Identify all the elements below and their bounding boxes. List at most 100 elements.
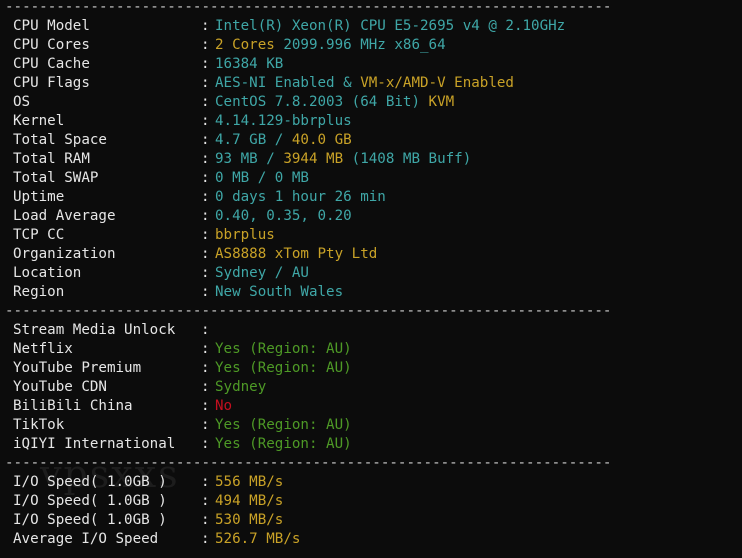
value-segment: 556 MB/s <box>215 474 284 490</box>
info-colon: : <box>201 341 210 357</box>
value-segment: 0 days 1 hour 26 min <box>215 189 386 205</box>
info-row: TCP CC: bbrplus <box>13 226 742 245</box>
value-segment: AS8888 xTom Pty Ltd <box>215 246 378 262</box>
value-segment: (1408 MB Buff) <box>343 151 472 167</box>
info-value: Yes (Region: AU) <box>215 340 352 359</box>
info-row: YouTube CDN: Sydney <box>13 378 742 397</box>
value-segment: No <box>215 398 233 414</box>
value-segment: Intel(R) Xeon(R) CPU E5-2695 v4 @ 2.10GH… <box>215 18 566 34</box>
info-value: Intel(R) Xeon(R) CPU E5-2695 v4 @ 2.10GH… <box>215 17 565 36</box>
value-segment: Yes (Region: AU) <box>215 436 352 452</box>
info-row: Load Average:0.40, 0.35, 0.20 <box>13 207 742 226</box>
info-value: Sydney <box>215 378 266 397</box>
info-key: CPU Cache <box>13 56 90 72</box>
value-segment: 93 MB / <box>215 151 284 167</box>
info-key: Total SWAP <box>13 170 99 186</box>
separator-line: ----------------------------------------… <box>5 454 742 473</box>
info-row: Region: New South Wales <box>13 283 742 302</box>
info-key: Total Space <box>13 132 107 148</box>
info-value: Yes (Region: AU) <box>215 359 352 378</box>
info-value: AES-NI Enabled & VM-x/AMD-V Enabled <box>215 74 514 93</box>
info-key: Average I/O Speed <box>13 531 159 547</box>
info-key: Kernel <box>13 113 65 129</box>
info-colon: : <box>201 113 210 129</box>
info-key: CPU Flags <box>13 75 90 91</box>
info-row: CPU Flags: AES-NI Enabled & VM-x/AMD-V En… <box>13 74 742 93</box>
value-segment: 3944 MB <box>283 151 344 167</box>
info-row: BiliBili China: No <box>13 397 742 416</box>
info-colon: : <box>201 151 210 167</box>
info-row: Average I/O Speed:526.7 MB/s <box>13 530 742 549</box>
info-row: Netflix: Yes (Region: AU) <box>13 340 742 359</box>
info-value: CentOS 7.8.2003 (64 Bit) KVM <box>215 93 454 112</box>
info-colon: : <box>201 56 210 72</box>
info-value: No <box>215 397 232 416</box>
value-segment: CentOS 7.8.2003 (64 Bit) <box>215 94 429 110</box>
info-row: CPU Model: Intel(R) Xeon(R) CPU E5-2695 v… <box>13 17 742 36</box>
info-value: 556 MB/s <box>215 473 283 492</box>
value-segment: AES-NI Enabled & <box>215 75 361 91</box>
info-key: I/O Speed( 1.0GB ) <box>13 512 167 528</box>
terminal-window[interactable]: ----------------------------------------… <box>0 0 742 558</box>
value-segment: KVM <box>428 94 455 110</box>
value-segment: 0.40, 0.35, 0.20 <box>215 208 352 224</box>
info-colon: : <box>201 75 210 91</box>
info-colon: : <box>201 18 210 34</box>
separator-line: ----------------------------------------… <box>5 302 742 321</box>
info-colon: : <box>201 246 210 262</box>
info-colon: : <box>201 474 210 490</box>
info-key: TCP CC <box>13 227 65 243</box>
value-segment: New South Wales <box>215 284 344 300</box>
info-value: 0 MB / 0 MB <box>215 169 309 188</box>
stream-header-row: Stream Media Unlock: <box>13 321 742 340</box>
info-row: Total Space:4.7 GB / 40.0 GB <box>13 131 742 150</box>
info-row: Kernel:4.14.129-bbrplus <box>13 112 742 131</box>
info-row: iQIYI International: Yes (Region: AU) <box>13 435 742 454</box>
value-segment: bbrplus <box>215 227 275 243</box>
info-key: iQIYI International <box>13 436 176 452</box>
value-segment: 526.7 MB/s <box>215 531 301 547</box>
value-segment: Yes (Region: AU) <box>215 341 352 357</box>
info-value: AS8888 xTom Pty Ltd <box>215 245 377 264</box>
info-row: I/O Speed( 1.0GB ):494 MB/s <box>13 492 742 511</box>
info-colon: : <box>201 531 210 547</box>
info-value: 0 days 1 hour 26 min <box>215 188 386 207</box>
info-colon: : <box>201 94 210 110</box>
info-colon: : <box>201 284 210 300</box>
info-key: OS <box>13 94 31 110</box>
info-colon: : <box>201 493 210 509</box>
separator-text: ----------------------------------------… <box>5 303 612 319</box>
info-key: CPU Model <box>13 18 90 34</box>
info-value: Yes (Region: AU) <box>215 435 352 454</box>
value-segment: 4.14.129-bbrplus <box>215 113 352 129</box>
value-segment: 16384 KB <box>215 56 284 72</box>
info-row: Location: Sydney / AU <box>13 264 742 283</box>
value-segment: 0 MB / 0 MB <box>215 170 309 186</box>
info-key: CPU Cores <box>13 37 90 53</box>
info-key: YouTube Premium <box>13 360 142 376</box>
info-colon: : <box>201 322 210 338</box>
separator-text: ----------------------------------------… <box>5 455 612 471</box>
info-row: CPU Cores:2 Cores 2099.996 MHz x86_64 <box>13 36 742 55</box>
info-key: TikTok <box>13 417 65 433</box>
info-value: 4.14.129-bbrplus <box>215 112 352 131</box>
value-segment: Sydney <box>215 379 267 395</box>
value-segment: 494 MB/s <box>215 493 284 509</box>
value-segment: 2 Cores <box>215 37 284 53</box>
info-colon: : <box>201 132 210 148</box>
info-colon: : <box>201 379 210 395</box>
value-segment: 530 MB/s <box>215 512 284 528</box>
info-key: Region <box>13 284 65 300</box>
info-value: New South Wales <box>215 283 343 302</box>
stream-header-label: Stream Media Unlock <box>13 322 176 338</box>
info-row: Total RAM:93 MB / 3944 MB (1408 MB Buff) <box>13 150 742 169</box>
info-row: YouTube Premium: Yes (Region: AU) <box>13 359 742 378</box>
value-segment: VM-x/AMD-V Enabled <box>360 75 514 91</box>
info-key: Location <box>13 265 82 281</box>
info-value: 526.7 MB/s <box>215 530 300 549</box>
info-value: 16384 KB <box>215 55 283 74</box>
info-row: Total SWAP:0 MB / 0 MB <box>13 169 742 188</box>
info-key: Total RAM <box>13 151 90 167</box>
value-segment: 4.7 GB / <box>215 132 292 148</box>
separator-line: ----------------------------------------… <box>5 0 742 17</box>
